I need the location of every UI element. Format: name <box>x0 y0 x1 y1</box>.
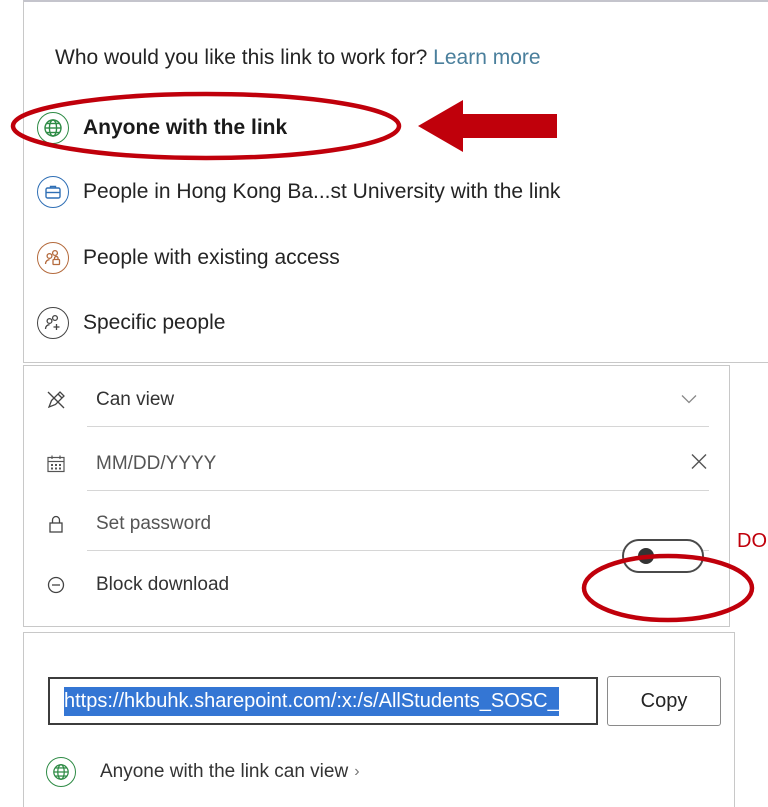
globe-icon <box>37 112 69 144</box>
scope-question-text: Who would you like this link to work for… <box>55 46 428 69</box>
link-url-input[interactable]: https://hkbuhk.sharepoint.com/:x:/s/AllS… <box>48 677 598 725</box>
people-lock-icon <box>37 242 69 274</box>
permission-dropdown[interactable]: Can view <box>24 373 729 427</box>
copy-button[interactable]: Copy <box>607 676 721 726</box>
block-download-label: Block download <box>96 574 230 595</box>
option-label: People with existing access <box>83 246 340 269</box>
divider <box>87 550 709 551</box>
expiry-date-field[interactable]: MM/DD/YYYY <box>24 437 729 491</box>
minus-circle-icon <box>45 574 67 596</box>
briefcase-icon <box>37 176 69 208</box>
divider <box>87 490 709 491</box>
password-placeholder: Set password <box>96 513 212 534</box>
learn-more-link[interactable]: Learn more <box>433 46 540 69</box>
block-download-row: Block download <box>24 558 729 612</box>
scope-question: Who would you like this link to work for… <box>55 46 541 70</box>
option-label: People in Hong Kong Ba...st University w… <box>83 180 561 203</box>
option-organization-with-link[interactable]: People in Hong Kong Ba...st University w… <box>37 172 697 212</box>
calendar-icon <box>45 453 67 475</box>
close-icon[interactable] <box>691 454 707 475</box>
people-add-icon <box>37 307 69 339</box>
block-download-toggle[interactable] <box>622 539 704 573</box>
pen-icon <box>45 389 67 411</box>
annotation-text: DO <box>737 530 767 552</box>
chevron-right-icon: › <box>354 763 360 780</box>
link-scope-panel: Who would you like this link to work for… <box>23 0 768 363</box>
permission-value: Can view <box>96 389 175 410</box>
option-anyone-with-link[interactable]: Anyone with the link <box>37 108 697 148</box>
toggle-knob <box>638 548 654 564</box>
link-url-text: https://hkbuhk.sharepoint.com/:x:/s/AllS… <box>64 686 559 716</box>
expiry-date-placeholder: MM/DD/YYYY <box>96 453 217 474</box>
link-output-panel: https://hkbuhk.sharepoint.com/:x:/s/AllS… <box>23 632 735 807</box>
link-settings-summary[interactable]: Anyone with the link can view › <box>46 755 360 789</box>
option-label: Anyone with the link <box>83 116 288 139</box>
option-label: Specific people <box>83 311 226 334</box>
option-existing-access[interactable]: People with existing access <box>37 238 697 278</box>
link-summary-text: Anyone with the link can view <box>100 761 349 782</box>
chevron-down-icon[interactable] <box>681 391 697 409</box>
option-specific-people[interactable]: Specific people <box>37 303 697 343</box>
lock-icon <box>45 513 67 535</box>
link-settings-panel: Can view MM/DD/YYYY Set password Block d… <box>23 365 730 627</box>
divider <box>87 426 709 427</box>
globe-icon <box>46 757 76 787</box>
password-field[interactable]: Set password <box>24 497 729 551</box>
